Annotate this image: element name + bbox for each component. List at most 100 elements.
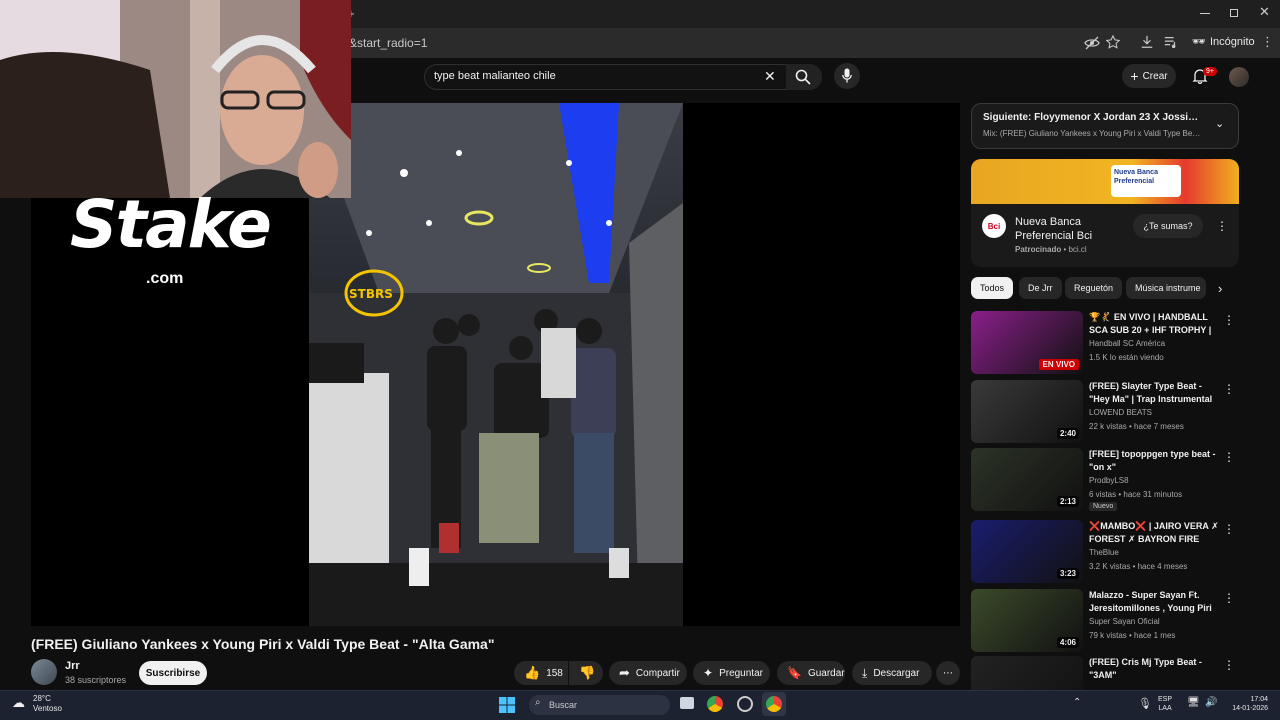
recommendation-channel[interactable]: LOWEND BEATS — [1089, 408, 1152, 417]
more-options-icon[interactable]: ⋮ — [1223, 450, 1235, 464]
account-avatar[interactable] — [1229, 67, 1249, 87]
download-video-button[interactable]: ⤓ Descargar — [852, 661, 932, 685]
close-window-icon[interactable]: ✕ — [1259, 4, 1270, 20]
up-next-title[interactable]: Siguiente: Floyymenor X Jordan 23 X Joss… — [983, 112, 1203, 123]
weather-icon[interactable]: ☁ — [12, 695, 25, 711]
windows-start-icon[interactable] — [499, 697, 515, 713]
ad-meta: Patrocinado • bci.cl — [1015, 245, 1087, 254]
chrome-icon[interactable] — [707, 696, 723, 712]
recommendation-item[interactable]: 3:23 ❌MAMBO❌ | JAIRO VERA ✗ FOREST ✗ BAYR… — [971, 520, 1239, 584]
weather-widget[interactable]: 28°C Ventoso — [33, 694, 62, 714]
video-duration: 4:06 — [1056, 637, 1079, 648]
search-button[interactable] — [786, 64, 822, 90]
media-control-icon[interactable] — [1164, 35, 1178, 49]
more-actions-button[interactable]: ⋯ — [936, 661, 960, 685]
taskbar-search-icon: ⌕ — [535, 697, 541, 708]
recommendation-thumbnail[interactable]: 2:13 — [971, 448, 1083, 511]
subscribe-button[interactable]: Suscribirse — [139, 661, 207, 685]
clock-time: 17:04 — [1250, 696, 1268, 703]
chip-musica-instrumental[interactable]: Música instrume — [1126, 277, 1206, 299]
recommendation-title[interactable]: (FREE) Slayter Type Beat - "Hey Ma" | Tr… — [1089, 380, 1219, 406]
dislike-button[interactable]: 👎 — [569, 661, 603, 685]
recommendation-item[interactable]: 2:13 [FREE] topoppgen type beat - "on x" P… — [971, 448, 1239, 512]
ask-button[interactable]: ✦ Preguntar — [693, 661, 770, 685]
recommendation-item[interactable]: EN VIVO 🏆🤾 EN VIVO | HANDBALL SCA SUB 20 … — [971, 311, 1239, 375]
voice-search-button[interactable] — [834, 63, 860, 89]
recommendation-title[interactable]: (FREE) Cris Mj Type Beat - "3AM" — [1089, 656, 1219, 682]
chip-regueton[interactable]: Reguetón — [1065, 277, 1123, 299]
volume-icon[interactable]: 🔊 — [1205, 697, 1217, 708]
browser-menu-icon[interactable]: ⋮ — [1261, 34, 1274, 50]
like-button[interactable]: 👍 158 — [514, 661, 568, 685]
channel-avatar[interactable] — [31, 659, 57, 685]
obs-icon[interactable] — [737, 696, 753, 712]
recommendation-title[interactable]: [FREE] topoppgen type beat - "on x" — [1089, 448, 1219, 474]
live-badge: EN VIVO — [1038, 359, 1079, 370]
ad-banner-image[interactable]: Nueva Banca Preferencial — [971, 159, 1239, 204]
up-next-panel[interactable] — [971, 103, 1239, 149]
recommendation-title[interactable]: ❌MAMBO❌ | JAIRO VERA ✗ FOREST ✗ BAYRON F… — [1089, 520, 1219, 546]
chip-todos[interactable]: Todos — [971, 277, 1014, 299]
recommendation-thumbnail[interactable]: 2:40 — [971, 380, 1083, 443]
download-label: Descargar — [873, 667, 920, 679]
eye-off-icon[interactable] — [1084, 35, 1100, 51]
language-indicator[interactable]: ESP LAA — [1158, 695, 1172, 713]
more-options-icon[interactable]: ⋮ — [1223, 591, 1235, 605]
recommendation-channel[interactable]: ProdbyLS8 — [1089, 476, 1129, 485]
svg-text:STBRS: STBRS — [349, 287, 393, 301]
chips-next-icon[interactable]: › — [1218, 281, 1222, 296]
recommendation-channel[interactable]: Super Sayan Oficial — [1089, 617, 1160, 626]
restore-icon[interactable] — [1230, 9, 1238, 17]
ad-more-icon[interactable]: ⋮ — [1216, 219, 1228, 233]
chrome-incognito-icon[interactable] — [766, 696, 782, 712]
channel-name[interactable]: Jrr — [65, 660, 80, 672]
chip-de-jrr[interactable]: De Jrr — [1019, 277, 1062, 299]
more-options-icon[interactable]: ⋮ — [1223, 382, 1235, 396]
recommendation-title[interactable]: 🏆🤾 EN VIVO | HANDBALL SCA SUB 20 + IHF T… — [1089, 311, 1219, 337]
create-button[interactable]: + Crear — [1122, 64, 1176, 88]
search-query[interactable]: type beat malianteo chile — [434, 70, 556, 82]
recommendation-title[interactable]: Malazzo - Super Sayan Ft. Jeresitomillon… — [1089, 589, 1219, 615]
recommendation-meta: 6 vistas • hace 31 minutos — [1089, 490, 1183, 499]
new-badge: Nuevo — [1089, 502, 1118, 511]
more-options-icon[interactable]: ⋮ — [1223, 313, 1235, 327]
video-title: (FREE) Giuliano Yankees x Young Piri x V… — [31, 636, 495, 652]
tray-chevron-icon[interactable]: ⌃ — [1073, 697, 1081, 708]
share-button[interactable]: ➦ Compartir — [609, 661, 687, 685]
recommendation-thumbnail[interactable] — [971, 656, 1083, 690]
recommendation-item[interactable]: (FREE) Cris Mj Type Beat - "3AM" ⋮ — [971, 656, 1239, 690]
more-options-icon[interactable]: ⋮ — [1223, 522, 1235, 536]
clear-search-icon[interactable]: ✕ — [764, 68, 776, 85]
recommendation-channel[interactable]: TheBlue — [1089, 548, 1119, 557]
more-options-icon[interactable]: ⋮ — [1223, 658, 1235, 672]
ad-title[interactable]: Nueva Banca Preferencial Bci — [1015, 215, 1125, 243]
recommendation-item[interactable]: 2:40 (FREE) Slayter Type Beat - "Hey Ma" … — [971, 380, 1239, 444]
video-frame-image: STBRS — [309, 103, 683, 626]
recommendation-thumbnail[interactable]: EN VIVO — [971, 311, 1083, 374]
recommendation-thumbnail[interactable]: 4:06 — [971, 589, 1083, 652]
video-duration: 2:40 — [1056, 428, 1079, 439]
microphone-tray-icon[interactable]: 🎙 — [1138, 697, 1152, 710]
recommendation-thumbnail[interactable]: 3:23 — [971, 520, 1083, 583]
task-view-icon[interactable] — [680, 697, 694, 709]
incognito-indicator[interactable]: 🕶 Incógnito — [1192, 35, 1255, 49]
download-icon[interactable] — [1140, 35, 1154, 49]
thumbs-up-icon: 👍 — [524, 665, 541, 680]
plus-icon: + — [1130, 68, 1139, 84]
recommendation-channel[interactable]: Handball SC América — [1089, 339, 1165, 348]
microphone-icon — [842, 68, 852, 83]
clock[interactable]: 17:04 14-01-2026 — [1224, 695, 1268, 713]
network-icon[interactable]: 🖥 — [1187, 697, 1200, 708]
download-arrow-icon: ⤓ — [862, 665, 868, 680]
save-button[interactable]: 🔖 Guardar — [777, 661, 845, 685]
taskbar-search-label: Buscar — [549, 700, 578, 710]
taskbar-search[interactable]: Buscar — [529, 695, 670, 715]
chevron-down-icon[interactable]: ⌄ — [1215, 117, 1224, 130]
thumbs-down-icon: 👎 — [579, 665, 596, 680]
recommendation-item[interactable]: 4:06 Malazzo - Super Sayan Ft. Jeresitomi… — [971, 589, 1239, 653]
recommendation-meta: 1.5 K lo están viendo — [1089, 353, 1164, 362]
ad-cta-button[interactable]: ¿Te sumas? — [1133, 214, 1203, 238]
minimize-icon[interactable] — [1200, 13, 1210, 14]
url-text[interactable]: &start_radio=1 — [349, 36, 427, 50]
star-icon[interactable] — [1106, 35, 1120, 49]
